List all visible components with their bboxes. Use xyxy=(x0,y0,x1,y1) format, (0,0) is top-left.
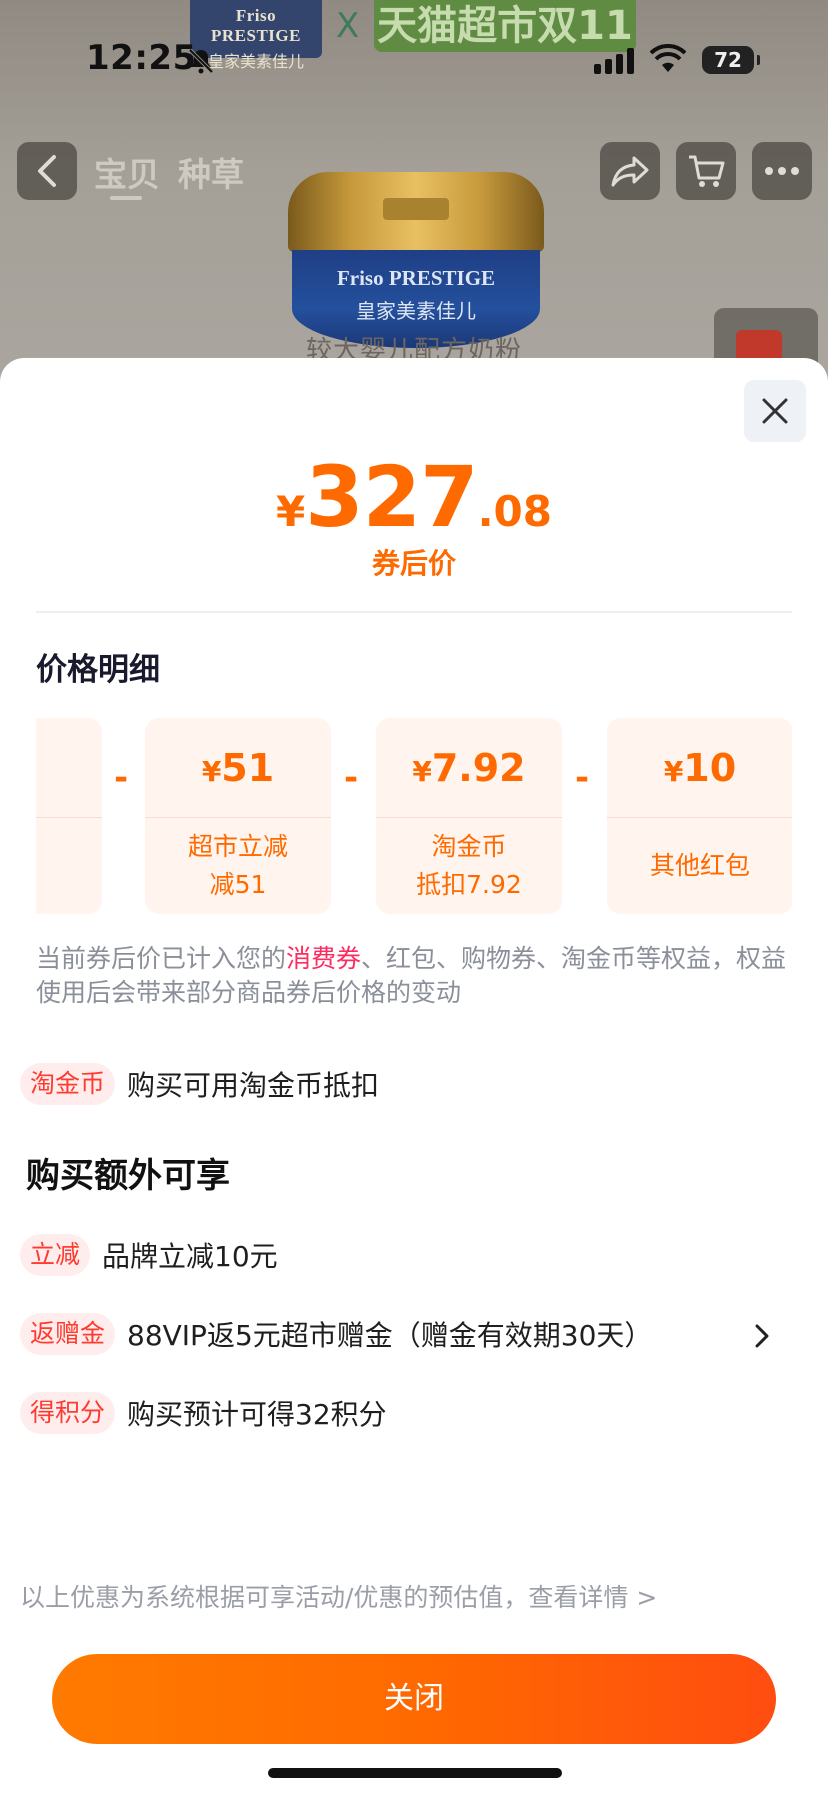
share-button[interactable] xyxy=(600,142,660,200)
benefit-text: 购买预计可得32积分 xyxy=(127,1398,387,1431)
cart-icon xyxy=(689,155,725,187)
benefit-tag: 返赠金 xyxy=(20,1313,116,1355)
minus-operator: - xyxy=(574,758,590,798)
price-note: 当前券后价已计入您的消费券、红包、购物券、淘金币等权益，权益使用后会带来部分商品… xyxy=(36,944,787,1007)
breakdown-desc-sub: 抵扣7.92 xyxy=(416,870,522,899)
coin-benefit-row: 淘金币 购买可用淘金币抵扣 xyxy=(20,1062,379,1106)
benefit-text: 购买可用淘金币抵扣 xyxy=(127,1069,380,1102)
benefit-tag: 立减 xyxy=(20,1234,91,1276)
extra-benefit-row-vip[interactable]: 返赠金 88VIP返5元超市赠金（赠金有效期30天） xyxy=(20,1312,810,1356)
benefit-tag: 得积分 xyxy=(20,1392,116,1434)
benefit-tag: 淘金币 xyxy=(20,1063,116,1105)
chevron-right-icon[interactable] xyxy=(752,1322,772,1350)
cart-button[interactable] xyxy=(676,142,736,200)
status-time: 12:25 xyxy=(86,38,197,78)
breakdown-desc: 其他红包 xyxy=(649,851,750,880)
can-tab xyxy=(383,198,449,220)
final-price: ¥327.08 xyxy=(0,448,828,546)
breakdown-amount: 7.92 xyxy=(431,746,526,790)
home-indicator xyxy=(268,1768,562,1778)
extra-benefit-row: 立减 品牌立减10元 xyxy=(20,1233,278,1277)
promo-banner: Friso PRESTIGE 皇家美素佳儿 X 天猫超市双11 xyxy=(190,0,640,71)
disclaimer-link[interactable]: 以上优惠为系统根据可享活动/优惠的预估值，查看详情 > xyxy=(20,1578,657,1614)
breakdown-desc: 淘金币 xyxy=(431,832,507,861)
price-label: 券后价 xyxy=(371,547,456,580)
minus-operator: - xyxy=(113,758,129,798)
price-breakdown-carousel[interactable]: ¥6 前 - ¥51 超市立减 减51 - ¥7.92 淘金币 抵扣7.92 -… xyxy=(36,718,792,914)
section-title-extra-benefits: 购买额外可享 xyxy=(26,1156,230,1196)
breakdown-card-taojinbi: ¥7.92 淘金币 抵扣7.92 xyxy=(376,718,562,914)
share-icon xyxy=(611,156,649,187)
breakdown-amount: 51 xyxy=(221,746,275,790)
battery-indicator: 72 xyxy=(702,46,760,74)
chevron-left-icon xyxy=(38,155,56,187)
extra-benefit-row: 得积分 购买预计可得32积分 xyxy=(20,1391,387,1435)
product-image: Friso PRESTIGE 皇家美素佳儿 较大婴儿配方奶粉 xyxy=(288,172,544,380)
benefit-text: 品牌立减10元 xyxy=(102,1240,278,1273)
price-decimal: .08 xyxy=(477,487,552,536)
back-button[interactable] xyxy=(17,142,77,200)
benefit-text: 88VIP返5元超市赠金（赠金有效期30天） xyxy=(127,1319,653,1352)
consumer-coupon-link[interactable]: 消费券 xyxy=(286,944,361,973)
more-dots-icon xyxy=(765,167,799,175)
tab-item[interactable]: 宝贝 xyxy=(94,148,160,196)
breakdown-amount: 10 xyxy=(683,746,737,790)
breakdown-card-other-red-packet: ¥10 其他红包 xyxy=(607,718,792,914)
minus-operator: - xyxy=(343,758,359,798)
breakdown-desc-sub: 减51 xyxy=(209,870,267,899)
breakdown-card: ¥6 前 xyxy=(36,718,102,914)
close-button[interactable]: 关闭 xyxy=(52,1654,776,1744)
tmall-double11-logo: 天猫超市双11 xyxy=(374,0,636,52)
sheet-close-button[interactable] xyxy=(744,380,806,442)
section-title-price-detail: 价格明细 xyxy=(36,652,160,688)
breakdown-desc: 超市立减 xyxy=(187,832,288,861)
cellular-signal-icon xyxy=(594,48,634,74)
close-icon xyxy=(762,398,788,424)
price-currency: ¥ xyxy=(276,487,306,536)
more-button[interactable] xyxy=(752,142,812,200)
tab-recommend[interactable]: 种草 xyxy=(178,148,244,196)
bell-muted-icon xyxy=(188,48,214,74)
breakdown-card-supermarket-discount: ¥51 超市立减 减51 xyxy=(145,718,331,914)
divider xyxy=(36,611,792,613)
price-integer: 327 xyxy=(305,448,478,546)
wifi-icon xyxy=(650,44,686,72)
banner-cross: X xyxy=(336,6,360,46)
tab-item-underline xyxy=(110,196,142,200)
